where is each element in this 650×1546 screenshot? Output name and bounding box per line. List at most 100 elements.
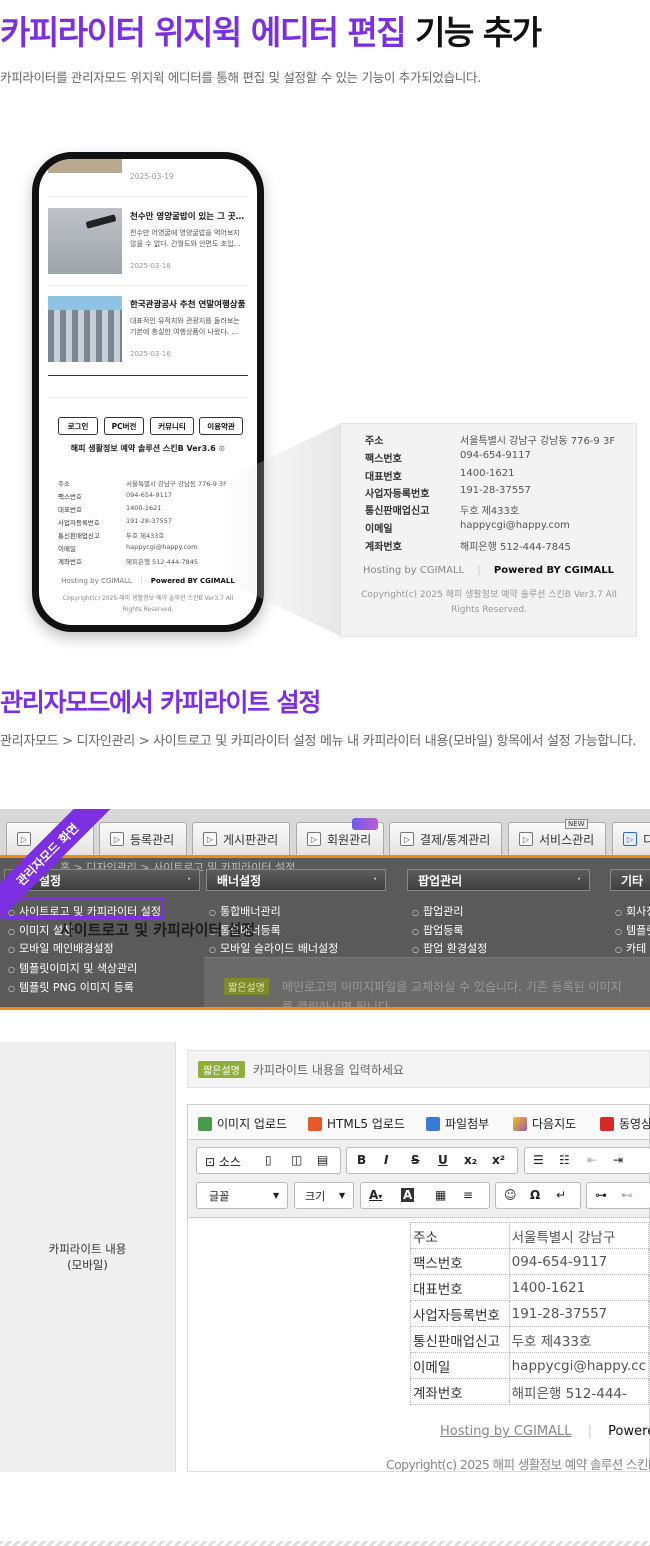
hosting-link[interactable]: Hosting by CGIMALL	[440, 1424, 572, 1439]
new-doc-icon[interactable]: ▯	[265, 1153, 272, 1167]
menu-head-etc[interactable]: 기타	[610, 869, 650, 891]
special-char-icon[interactable]: Ω	[530, 1188, 540, 1202]
news-title: 한국관광공사 추천 연말여행상품	[130, 300, 246, 310]
italic-icon[interactable]: I	[384, 1153, 388, 1167]
menu-head-banner[interactable]: 배너설정 ·	[206, 869, 386, 891]
news-thumb-partial	[48, 159, 122, 173]
subscript-icon[interactable]: x₂	[464, 1153, 477, 1167]
editor-toolbar: ⊡ 소스 ▯ ◫ ▤ B I S U x₂ x² ☰ ☷ ⇤ ⇥ 글꼴 ▼ 크기…	[187, 1140, 650, 1218]
menu-item[interactable]: 모바일 메인배경설정	[8, 940, 114, 956]
member-badge-icon	[352, 818, 378, 830]
pc-version-button[interactable]: PC버전	[104, 417, 144, 435]
info-toggle-icon[interactable]: ⊙	[219, 444, 226, 453]
zoom-info-label: 대표번호	[365, 472, 402, 483]
table-row: 주소 서울특별시 강남구	[410, 1222, 650, 1249]
menu-item[interactable]: 모바일 슬라이드 배너설정	[209, 940, 338, 956]
size-select[interactable]: 크기 ▼	[294, 1182, 354, 1209]
admin-tab-payment[interactable]: ▷ 결제/통계관리	[389, 822, 502, 855]
file-icon	[426, 1116, 440, 1131]
copyright-table: 주소 서울특별시 강남구 팩스번호 094-654-9117 대표번호 1400-16…	[410, 1222, 650, 1405]
divider	[0, 1541, 650, 1546]
terms-button[interactable]: 이용약관	[199, 417, 243, 435]
strike-icon[interactable]: S	[411, 1153, 420, 1167]
login-button[interactable]: 로그인	[58, 417, 98, 435]
menu-item[interactable]: 팝업등록	[412, 922, 463, 938]
link-icon[interactable]: ⊶	[595, 1188, 607, 1202]
image-upload-button[interactable]: 이미지 업로드	[198, 1115, 287, 1132]
news-date: 2025-03-19	[130, 172, 174, 181]
table-row: 대표번호 1400-1621	[410, 1274, 650, 1301]
powered-link[interactable]: Powered BY CGIMALL	[494, 565, 614, 576]
page-description: 카피라이터를 관리자모드 위지윅 에디터를 통해 편집 및 설정할 수 있는 기…	[0, 70, 481, 85]
admin-tab-design[interactable]: ▷디	[612, 822, 650, 855]
superscript-icon[interactable]: x²	[492, 1153, 505, 1167]
font-select[interactable]: 글꼴 ▼	[196, 1182, 288, 1209]
bg-color-icon[interactable]: A	[401, 1188, 415, 1202]
daum-map-button[interactable]: 다음지도	[513, 1115, 576, 1132]
video-button[interactable]: 동영상	[600, 1115, 650, 1132]
editor-content[interactable]: 주소 서울특별시 강남구 팩스번호 094-654-9117 대표번호 1400-16…	[187, 1218, 650, 1472]
menu-item[interactable]: 팝업 환경설정	[412, 940, 487, 956]
line-break-icon[interactable]: ↵	[556, 1188, 566, 1202]
outdent-icon[interactable]: ⇤	[587, 1153, 597, 1167]
menu-item[interactable]: 회사정보	[615, 903, 650, 919]
zoom-info-value: 서울특별시 강남구 강남동 776-9 3F	[460, 436, 616, 447]
bold-icon[interactable]: B	[357, 1153, 366, 1167]
source-button[interactable]: ⊡ 소스	[205, 1153, 241, 1170]
admin-screenshot: ▷ ▷ 등록관리 ▷ 게시판관리 ▷ 회원관리 ▷ 결제/통계관리 ▷ 서비스관리 NEW…	[0, 809, 650, 1010]
info-label: 사업자등록번호	[58, 519, 100, 527]
upload-bar: 이미지 업로드 HTML5 업로드 파일첨부 다음지도 동영상	[187, 1104, 650, 1140]
hosting-link[interactable]: Hosting by CGIMALL	[363, 565, 464, 576]
ordered-list-icon[interactable]: ☰	[533, 1153, 544, 1167]
tab-arrow-icon: ▷	[203, 832, 217, 846]
bullet-list-icon[interactable]: ☷	[559, 1153, 570, 1167]
hosting-link[interactable]: Hosting by CGIMALL	[61, 577, 132, 585]
underline-icon[interactable]: U	[438, 1153, 448, 1167]
info-label: 이메일	[58, 545, 76, 553]
admin-tab-register[interactable]: ▷ 등록관리	[99, 822, 187, 855]
file-attach-button[interactable]: 파일첨부	[426, 1115, 489, 1132]
field-label: 카피라이트 내용 (모바일)	[0, 1042, 176, 1472]
tool-group: ⊶ ⊷	[586, 1182, 650, 1209]
menu-item[interactable]: 템플릿	[615, 922, 650, 938]
tool-group: ⊡ 소스 ▯ ◫ ▤	[196, 1147, 341, 1174]
tool-group: B I S U x₂ x²	[346, 1147, 518, 1174]
menu-item[interactable]: 통합배너관리	[209, 903, 281, 919]
menu-item[interactable]: 템플릿 PNG 이미지 등록	[8, 979, 134, 995]
indent-icon[interactable]: ⇥	[613, 1153, 623, 1167]
map-icon	[513, 1116, 527, 1131]
preview-icon[interactable]: ◫	[291, 1153, 302, 1167]
menu-item[interactable]: 카테	[615, 940, 646, 956]
menu-item[interactable]: 팝업관리	[412, 903, 463, 919]
menu-head-popup[interactable]: 팝업관리 ·	[407, 869, 590, 891]
community-button[interactable]: 커뮤니티	[150, 417, 194, 435]
news-body: 대표적인 유적지와 관광지를 둘러보는 기본에 충실한 여행상품이 나왔다. …	[130, 317, 240, 336]
menu-item[interactable]: 템플릿이미지 및 색상관리	[8, 960, 137, 976]
hint-badge: 짧은설명	[224, 978, 269, 995]
table-row: 이메일 happycgi@happy.cc	[410, 1352, 650, 1379]
image-icon	[198, 1116, 212, 1131]
info-value: 1400-1621	[126, 504, 162, 512]
unlink-icon[interactable]: ⊷	[621, 1188, 633, 1202]
news-date: 2025-03-16	[130, 350, 171, 358]
hint-text: 메인로고의 이미지파일을 교체하실 수 있습니다. 기존 등록된 이미지	[282, 980, 622, 994]
emoji-icon[interactable]: ☺	[504, 1188, 517, 1202]
admin-tab-board[interactable]: ▷ 게시판관리	[192, 822, 290, 855]
zoom-copyright: Copyright(c) 2025 해피 생활정보 예약 솔루션 스킨B Ver…	[361, 590, 617, 615]
template-icon[interactable]: ▤	[317, 1153, 328, 1167]
admin-hint-area: 짧은설명 메인로고의 이미지파일을 교체하실 수 있습니다. 기존 등록된 이미…	[204, 957, 650, 1007]
section-title: 관리자모드에서 카피라이트 설정	[0, 688, 321, 717]
info-label: 통신판매업신고	[58, 532, 100, 540]
html5-upload-button[interactable]: HTML5 업로드	[308, 1115, 405, 1132]
phone-copyright: Copyright(c) 2025 해피 생활정보 예약 솔루션 스킨B Ver…	[62, 595, 234, 613]
zoom-info-value: happycgi@happy.com	[460, 520, 570, 531]
table-icon[interactable]: ▦	[435, 1188, 446, 1202]
info-value: 두호 제433호	[126, 532, 165, 540]
zoom-footer-links: Hosting by CGIMALL | Powered BY CGIMALL	[363, 565, 614, 576]
editor-screenshot: 카피라이트 내용 (모바일) 짧은설명 카피라이트 내용을 입력하세요 이미지 …	[0, 1042, 650, 1472]
info-label: 계좌번호	[58, 558, 82, 566]
powered-link[interactable]: Powered	[608, 1424, 650, 1439]
text-color-icon[interactable]: A▾	[369, 1188, 382, 1202]
admin-tab-service[interactable]: ▷ 서비스관리	[508, 822, 606, 855]
hr-icon[interactable]: ≡	[463, 1188, 473, 1202]
